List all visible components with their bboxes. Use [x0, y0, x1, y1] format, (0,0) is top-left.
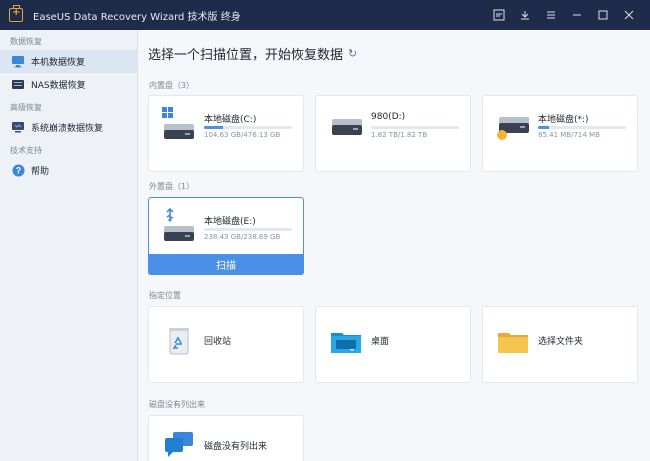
location-card-select-folder[interactable]: 选择文件夹	[482, 306, 638, 383]
drive-name: 本地磁盘(*:)	[538, 115, 589, 125]
sidebar-item-label: 系统崩溃数据恢复	[31, 124, 104, 134]
windows-drive-icon	[162, 107, 194, 139]
page-title: 选择一个扫描位置，开始恢复数据 ↻	[148, 44, 357, 63]
drive-size: 104.63 GB/476.13 GB	[204, 131, 281, 139]
drive-usage-bar	[538, 126, 626, 129]
title-bar: EaseUS Data Recovery Wizard 技术版 终身	[0, 0, 650, 30]
sidebar-item-local-recovery[interactable]: 本机数据恢复	[0, 50, 137, 73]
refresh-icon[interactable]: ↻	[348, 47, 357, 60]
drive-name: 本地磁盘(E:)	[204, 217, 256, 227]
drive-size: 85.41 MB/714 MB	[538, 131, 600, 139]
chat-help-icon	[165, 432, 193, 457]
drive-usage-bar	[204, 228, 292, 231]
pc-crash-icon	[11, 121, 25, 135]
page-title-text: 选择一个扫描位置，开始恢复数据	[148, 48, 344, 63]
drive-usage-bar	[371, 126, 459, 129]
drive-name: 本地磁盘(C:)	[204, 115, 257, 125]
folder-icon	[498, 333, 528, 353]
sidebar-section-support: 技术支持	[10, 146, 42, 155]
menu-icon[interactable]	[538, 0, 564, 30]
hdd-icon	[332, 119, 362, 135]
drive-usage-fill	[538, 126, 549, 129]
app-title: EaseUS Data Recovery Wizard 技术版 终身	[33, 11, 241, 23]
sidebar: 数据恢复 本机数据恢复 NAS数据恢复 高级恢复 系统崩溃数据恢复 技术支持 ?…	[0, 30, 138, 461]
drive-card-d[interactable]: 980(D:) 1.82 TB/1.82 TB	[315, 95, 471, 172]
location-card-desktop[interactable]: 桌面	[315, 306, 471, 383]
location-name: 桌面	[371, 337, 390, 347]
sidebar-section-recovery: 数据恢复	[10, 37, 42, 46]
hdd-warning-icon	[497, 117, 529, 140]
location-card-recycle-bin[interactable]: 回收站	[148, 306, 304, 383]
desktop-folder-icon	[331, 333, 361, 353]
recycle-bin-icon	[169, 328, 189, 355]
app-logo-icon	[9, 5, 23, 22]
locations-label: 指定位置	[149, 291, 181, 300]
missing-disk-label: 磁盘没有列出来	[149, 400, 205, 409]
export-icon[interactable]	[512, 0, 538, 30]
scan-button[interactable]: 扫描	[148, 254, 304, 275]
close-icon[interactable]	[616, 0, 642, 30]
usb-drive-icon	[164, 208, 194, 241]
drive-card-c[interactable]: 本地磁盘(C:) 104.63 GB/476.13 GB	[148, 95, 304, 172]
location-name: 磁盘没有列出来	[204, 442, 268, 452]
svg-text:?: ?	[15, 166, 21, 176]
internal-drives-label: 内置盘（3）	[149, 81, 195, 90]
minimize-icon[interactable]	[564, 0, 590, 30]
maximize-icon[interactable]	[590, 0, 616, 30]
window-controls	[486, 0, 642, 30]
help-icon: ?	[11, 164, 25, 178]
sidebar-item-label: NAS数据恢复	[31, 81, 86, 91]
nas-icon	[11, 78, 25, 92]
drive-size: 238.43 GB/238.69 GB	[204, 233, 281, 241]
sidebar-item-help[interactable]: ? 帮助	[0, 159, 137, 182]
monitor-icon	[11, 55, 25, 69]
sidebar-item-crash-recovery[interactable]: 系统崩溃数据恢复	[0, 116, 137, 139]
drive-usage-bar	[204, 126, 292, 129]
missing-disk-card[interactable]: 磁盘没有列出来	[148, 415, 304, 461]
drive-size: 1.82 TB/1.82 TB	[371, 131, 428, 139]
drive-usage-fill	[204, 126, 224, 129]
sidebar-item-label: 本机数据恢复	[31, 58, 86, 68]
feedback-icon[interactable]	[486, 0, 512, 30]
location-name: 回收站	[204, 337, 232, 347]
drive-card-unknown[interactable]: 本地磁盘(*:) 85.41 MB/714 MB	[482, 95, 638, 172]
sidebar-section-advanced: 高级恢复	[10, 103, 42, 112]
drive-name: 980(D:)	[371, 112, 406, 122]
external-drives-label: 外置盘（1）	[149, 182, 195, 191]
location-name: 选择文件夹	[538, 337, 584, 347]
sidebar-item-label: 帮助	[31, 167, 50, 177]
sidebar-item-nas-recovery[interactable]: NAS数据恢复	[0, 73, 137, 96]
